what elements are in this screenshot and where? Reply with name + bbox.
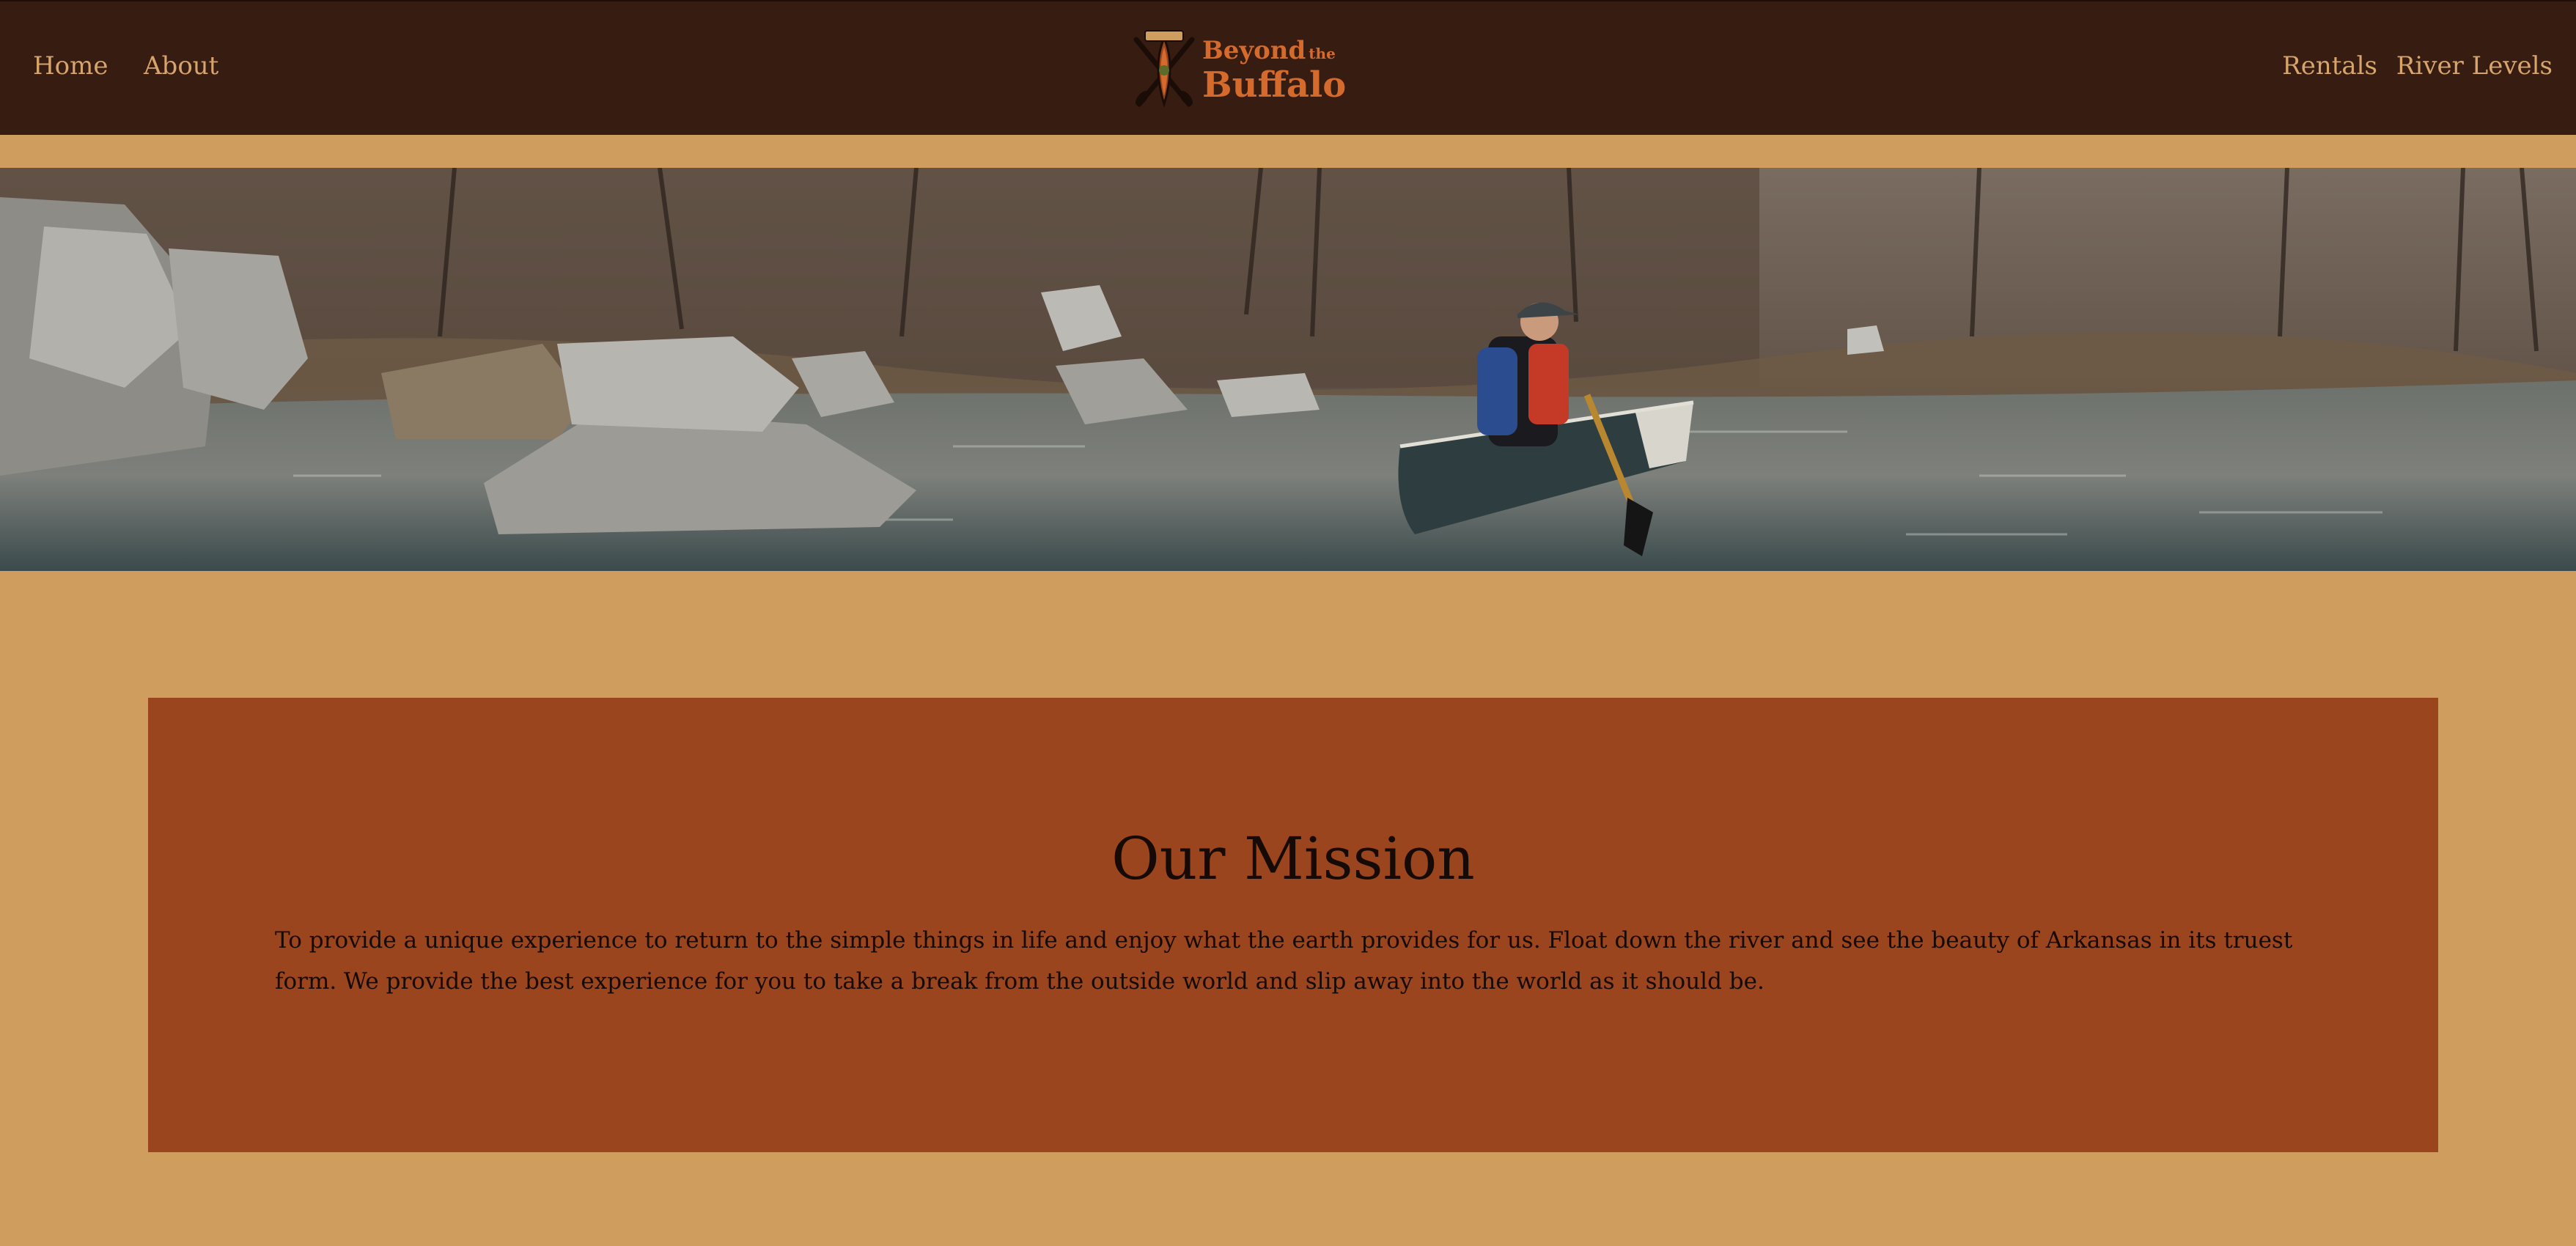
logo-line-the: the bbox=[1309, 45, 1336, 62]
mission-card: Our Mission To provide a unique experien… bbox=[148, 698, 2438, 1152]
site-header: Home About Beyond the Buffalo Rentals Riv… bbox=[0, 0, 2576, 135]
site-logo[interactable]: Beyond the Buffalo bbox=[1129, 25, 1346, 111]
nav-home-link[interactable]: Home bbox=[33, 51, 108, 81]
river-canoe-scene bbox=[0, 168, 2576, 571]
hero-photo bbox=[0, 168, 2576, 571]
crossed-paddles-canoe-icon bbox=[1133, 30, 1195, 108]
nav-about-link[interactable]: About bbox=[144, 51, 218, 81]
logo-wordmark: Beyond the Buffalo bbox=[1202, 38, 1346, 103]
mission-body: To provide a unique experience to return… bbox=[275, 927, 2293, 995]
nav-river-levels-link[interactable]: River Levels bbox=[2396, 51, 2553, 81]
logo-line-beyond: Beyond bbox=[1202, 36, 1306, 65]
logo-line-buffalo: Buffalo bbox=[1202, 64, 1347, 106]
mission-title: Our Mission bbox=[1111, 825, 1475, 893]
nav-rentals-link[interactable]: Rentals bbox=[2282, 51, 2377, 81]
